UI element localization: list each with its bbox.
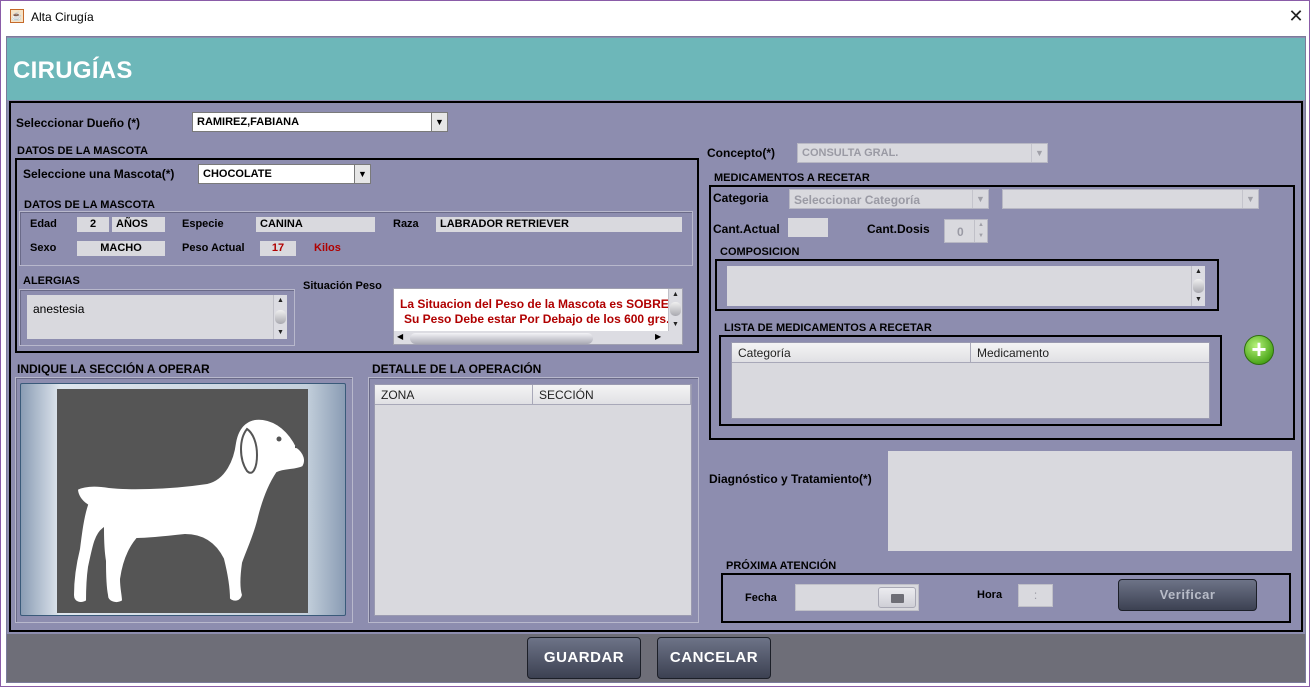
dog-body-map-button[interactable] <box>20 383 346 616</box>
med-category-select[interactable]: Seleccionar Categoría ▼ <box>789 189 989 209</box>
verify-button[interactable]: Verificar <box>1118 579 1257 611</box>
med-list-table[interactable]: Categoría Medicamento <box>731 342 1210 419</box>
weight-label: Peso Actual <box>182 242 245 254</box>
time-label: Hora <box>977 589 1003 601</box>
cant-actual-field <box>788 218 828 237</box>
medications-title: MEDICAMENTOS A RECETAR <box>714 172 870 184</box>
weight-status-vscroll[interactable]: ▲ ▼ <box>668 289 682 331</box>
date-label: Fecha <box>745 592 777 604</box>
weight-value: 17 <box>260 241 296 256</box>
title-bar: ☕ Alta Cirugía ✕ <box>1 1 1309 32</box>
composition-textarea[interactable]: ▲ ▼ <box>727 266 1205 306</box>
spinner-down-icon[interactable]: ▼ <box>974 231 987 242</box>
concept-select[interactable]: CONSULTA GRAL. ▼ <box>797 143 1048 163</box>
scroll-thumb[interactable] <box>275 310 286 324</box>
save-button[interactable]: GUARDAR <box>527 637 641 679</box>
diagnosis-textarea[interactable] <box>888 451 1292 551</box>
pet-section-title: DATOS DE LA MASCOTA <box>17 145 148 157</box>
weight-status-box[interactable]: La Situacion del Peso de la Mascota es S… <box>393 288 683 345</box>
cant-dosis-label: Cant.Dosis <box>867 222 930 236</box>
scroll-left-icon[interactable]: ◀ <box>397 332 403 341</box>
med-category-value: Seleccionar Categoría <box>794 193 921 207</box>
window-title: Alta Cirugía <box>31 10 94 24</box>
breed-value: LABRADOR RETRIEVER <box>436 217 682 232</box>
plus-icon[interactable]: + <box>1244 335 1274 365</box>
allergies-scrollbar[interactable]: ▲ ▼ <box>273 295 287 339</box>
chevron-down-icon[interactable]: ▼ <box>431 113 447 131</box>
weight-unit: Kilos <box>314 242 341 254</box>
scroll-up-icon[interactable]: ▲ <box>1192 266 1205 278</box>
table-header: ZONA SECCIÓN <box>375 385 691 405</box>
column-zona[interactable]: ZONA <box>375 385 533 405</box>
column-categoria[interactable]: Categoría <box>732 343 971 363</box>
time-field[interactable]: : <box>1018 584 1053 607</box>
scroll-down-icon[interactable]: ▼ <box>669 319 682 331</box>
weight-status-label: Situación Peso <box>303 280 382 292</box>
med-list-title: LISTA DE MEDICAMENTOS A RECETAR <box>724 322 932 334</box>
spinner-up-icon[interactable]: ▲ <box>974 220 987 231</box>
column-medicamento[interactable]: Medicamento <box>971 343 1209 363</box>
sex-label: Sexo <box>30 242 57 254</box>
owner-select-value: RAMIREZ,FABIANA <box>197 116 300 128</box>
close-icon[interactable]: ✕ <box>1285 5 1307 27</box>
allergies-text: anestesia <box>33 302 85 316</box>
chevron-down-icon[interactable]: ▼ <box>972 190 988 208</box>
sex-value: MACHO <box>77 241 165 256</box>
scroll-up-icon[interactable]: ▲ <box>274 295 287 307</box>
composition-label: COMPOSICION <box>720 246 800 258</box>
cancel-button[interactable]: CANCELAR <box>657 637 771 679</box>
scroll-right-icon[interactable]: ▶ <box>655 332 661 341</box>
next-visit-title: PRÓXIMA ATENCIÓN <box>726 560 837 572</box>
pet-select-value: CHOCOLATE <box>203 168 272 180</box>
section-select-title: INDIQUE LA SECCIÓN A OPERAR <box>17 362 210 376</box>
med-product-select[interactable]: ▼ <box>1002 189 1259 209</box>
chevron-down-icon[interactable]: ▼ <box>1242 190 1258 208</box>
scroll-down-icon[interactable]: ▼ <box>1192 294 1205 306</box>
owner-select[interactable]: RAMIREZ,FABIANA ▼ <box>192 112 448 132</box>
java-app-icon: ☕ <box>10 9 24 23</box>
composition-scrollbar[interactable]: ▲ ▼ <box>1191 266 1205 306</box>
page-title: CIRUGÍAS <box>13 57 133 84</box>
operation-detail-table[interactable]: ZONA SECCIÓN <box>374 384 692 616</box>
concept-select-value: CONSULTA GRAL. <box>802 147 899 159</box>
window: ☕ Alta Cirugía ✕ CIRUGÍAS Seleccionar Du… <box>0 0 1310 687</box>
dog-silhouette-icon[interactable] <box>57 389 308 613</box>
pet-select-label: Seleccione una Mascota(*) <box>23 167 175 181</box>
species-label: Especie <box>182 218 224 230</box>
weight-status-line1: La Situacion del Peso de la Mascota es S… <box>400 297 668 311</box>
diagnosis-label: Diagnóstico y Tratamiento(*) <box>709 472 872 486</box>
age-label: Edad <box>30 218 57 230</box>
breed-label: Raza <box>393 218 419 230</box>
cant-dosis-spinner[interactable]: 0 ▲ ▼ <box>944 219 988 243</box>
scroll-thumb[interactable] <box>410 333 593 344</box>
allergies-label: ALERGIAS <box>23 275 80 287</box>
concept-label: Concepto(*) <box>707 146 775 160</box>
column-seccion[interactable]: SECCIÓN <box>533 385 691 405</box>
cant-actual-label: Cant.Actual <box>713 222 780 236</box>
scroll-down-icon[interactable]: ▼ <box>274 327 287 339</box>
age-value: 2 <box>77 217 109 232</box>
date-picker[interactable] <box>795 584 919 611</box>
chevron-down-icon[interactable]: ▼ <box>1031 144 1047 162</box>
operation-detail-title: DETALLE DE LA OPERACIÓN <box>372 362 542 376</box>
cant-dosis-value: 0 <box>957 225 964 239</box>
allergies-textarea[interactable]: anestesia ▲ ▼ <box>27 295 287 339</box>
footer-bar <box>7 634 1305 682</box>
calendar-button[interactable] <box>878 587 916 608</box>
table-header: Categoría Medicamento <box>732 343 1209 363</box>
pet-details-title: DATOS DE LA MASCOTA <box>24 199 155 211</box>
weight-status-line2: Su Peso Debe estar Por Debajo de los 600… <box>404 312 668 326</box>
species-value: CANINA <box>256 217 375 232</box>
pet-select[interactable]: CHOCOLATE ▼ <box>198 164 371 184</box>
page-header: CIRUGÍAS <box>7 38 1305 100</box>
chevron-down-icon[interactable]: ▼ <box>354 165 370 183</box>
scroll-thumb[interactable] <box>1193 279 1204 293</box>
owner-label: Seleccionar Dueño (*) <box>16 116 141 130</box>
scroll-thumb[interactable] <box>670 302 681 316</box>
scroll-up-icon[interactable]: ▲ <box>669 289 682 301</box>
calendar-icon <box>891 594 904 603</box>
weight-status-hscroll[interactable]: ◀ ▶ <box>394 331 682 344</box>
med-category-label: Categoria <box>713 191 769 205</box>
age-unit: AÑOS <box>112 217 165 232</box>
